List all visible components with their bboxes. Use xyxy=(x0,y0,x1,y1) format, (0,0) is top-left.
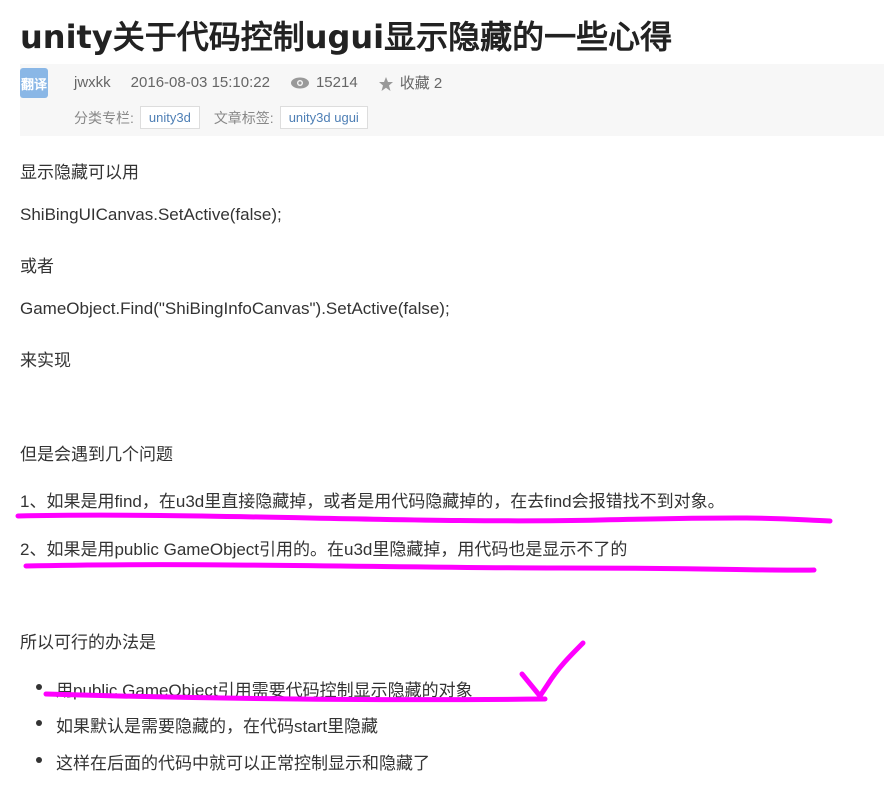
paragraph-issue-2: 2、如果是用public GameObject引用的。在u3d里隐藏掉，用代码也… xyxy=(20,540,628,559)
paragraph: 来实现 xyxy=(20,351,71,370)
eye-icon xyxy=(290,77,309,89)
article-meta: 翻译 jwxkk 2016-08-03 15:10:22 15214 收藏 2 … xyxy=(20,64,884,136)
list-item: 如果默认是需要隐藏的，在代码start里隐藏 xyxy=(36,712,378,737)
list-item: 用public GameObject引用需要代码控制显示隐藏的对象 xyxy=(36,676,473,701)
paragraph: 所以可行的办法是 xyxy=(20,633,156,652)
paragraph-code: GameObject.Find("ShiBingInfoCanvas").Set… xyxy=(20,299,450,318)
view-count: 15214 xyxy=(290,74,358,91)
bullet-dot xyxy=(36,757,42,763)
author-link[interactable]: jwxkk xyxy=(74,74,111,91)
underline-issue-1 xyxy=(15,512,833,524)
translation-badge: 翻译 xyxy=(20,68,48,98)
bullet-dot xyxy=(36,720,42,726)
paragraph: 但是会遇到几个问题 xyxy=(20,445,173,464)
underline-issue-2 xyxy=(23,562,817,573)
paragraph-issue-1: 1、如果是用find，在u3d里直接隐藏掉，或者是用代码隐藏掉的，在去find会… xyxy=(20,492,725,511)
favorite-button[interactable]: 收藏 2 xyxy=(378,72,442,93)
bullet-dot xyxy=(36,684,42,690)
category-label: 分类专栏: xyxy=(74,109,134,126)
paragraph-code: ShiBingUICanvas.SetActive(false); xyxy=(20,205,282,224)
paragraph: 或者 xyxy=(20,257,54,276)
paragraph: 显示隐藏可以用 xyxy=(20,163,139,182)
tags-label: 文章标签: xyxy=(213,109,274,126)
article-title: unity关于代码控制ugui显示隐藏的一些心得 xyxy=(20,18,673,56)
article-tag[interactable]: unity3d ugui xyxy=(279,106,368,129)
category-tag[interactable]: unity3d xyxy=(139,106,200,129)
list-item: 这样在后面的代码中就可以正常控制显示和隐藏了 xyxy=(36,749,430,774)
publish-datetime: 2016-08-03 15:10:22 xyxy=(130,74,270,91)
checkmark-annotation xyxy=(519,640,586,699)
star-icon xyxy=(378,77,393,92)
